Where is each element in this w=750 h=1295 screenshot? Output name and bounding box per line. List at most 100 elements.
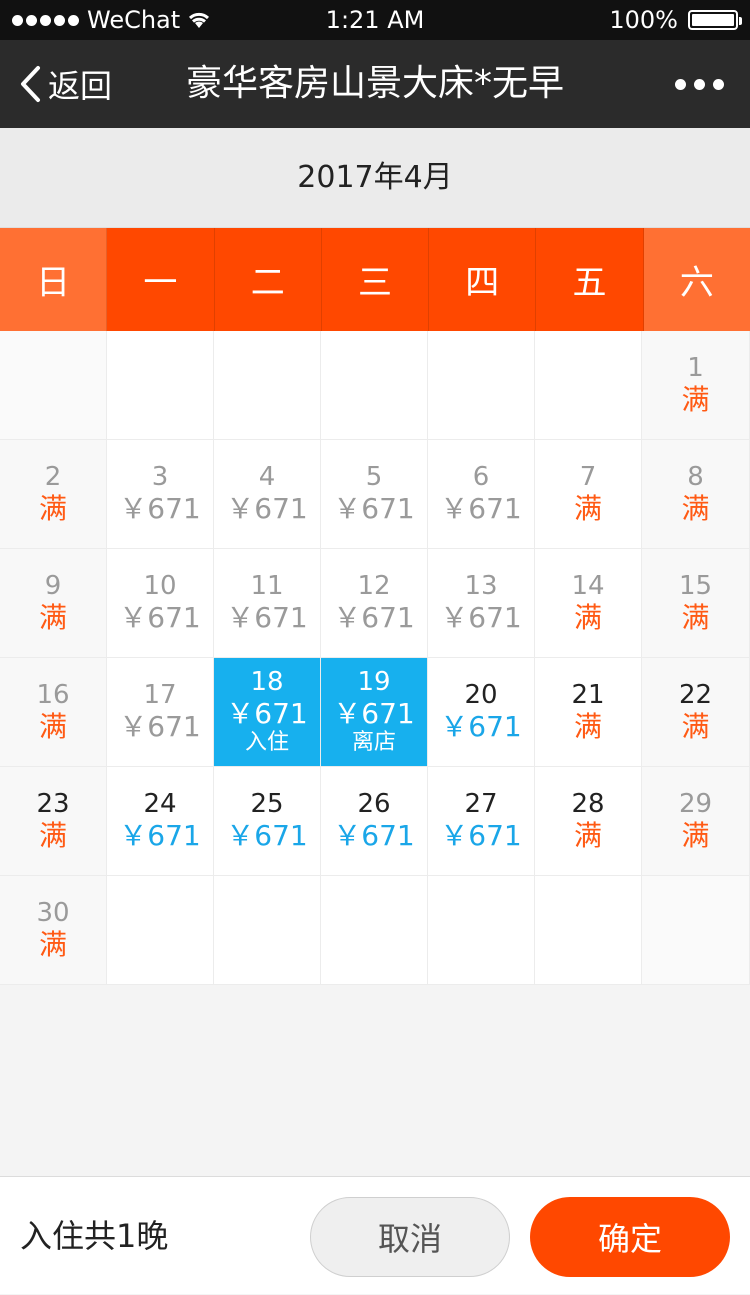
price-label: ￥671 [119, 600, 201, 634]
day-number: 6 [472, 461, 490, 492]
day-number: 5 [365, 461, 383, 492]
back-label: 返回 [48, 67, 113, 105]
weekday-tue: 二 [214, 228, 322, 331]
weekday-sun: 日 [0, 228, 108, 331]
calendar-day-cell: 15 满 [642, 549, 750, 658]
battery-icon [688, 10, 742, 30]
full-label: 满 [38, 709, 67, 743]
status-right: 100% [609, 6, 742, 34]
price-label: ￥671 [333, 600, 415, 634]
day-number: 15 [678, 570, 713, 601]
price-label: ￥671 [119, 491, 201, 525]
price-label: ￥671 [119, 709, 201, 743]
day-number: 30 [36, 897, 70, 928]
calendar-day-cell: 8满 [642, 440, 750, 549]
full-label: 满 [681, 491, 710, 525]
calendar-day-cell: 1满 [642, 331, 750, 440]
calendar-day-cell[interactable]: 25 ￥671 [214, 767, 321, 876]
full-label: 满 [38, 818, 67, 852]
back-button[interactable]: 返回 [18, 40, 112, 128]
calendar-empty-cell [535, 331, 642, 440]
calendar-day-cell: 7满 [535, 440, 642, 549]
month-label: 2017年4月 [0, 128, 750, 228]
calendar-day-cell[interactable]: 26 ￥671 [321, 767, 428, 876]
calendar-empty-cell [321, 876, 428, 985]
page-title: 豪华客房山景大床*无早 [185, 63, 564, 104]
calendar-day-cell: 10 ￥671 [107, 549, 214, 658]
weekday-thu: 四 [429, 228, 537, 331]
full-label: 满 [38, 491, 67, 525]
calendar-day-cell: 13 ￥671 [428, 549, 535, 658]
weekday-sat: 六 [643, 228, 750, 331]
calendar-empty-cell [642, 876, 750, 985]
price-label: ￥671 [333, 491, 415, 525]
day-number: 28 [571, 788, 605, 819]
calendar-day-cell[interactable]: 19 ￥671 离店 [321, 658, 428, 767]
more-dots-icon[interactable] [675, 40, 724, 128]
day-number: 24 [143, 788, 177, 819]
full-label: 满 [681, 709, 710, 743]
calendar-day-cell: 21 满 [535, 658, 642, 767]
confirm-button[interactable]: 确定 [530, 1197, 730, 1277]
calendar-day-cell: 14 满 [535, 549, 642, 658]
day-number: 19 [357, 667, 391, 698]
calendar-empty-cell [214, 876, 321, 985]
price-label: ￥671 [333, 697, 415, 731]
chevron-left-icon [21, 66, 40, 102]
weekday-fri: 五 [536, 228, 644, 331]
day-number: 16 [36, 679, 70, 710]
day-number: 20 [464, 679, 498, 710]
day-number: 2 [44, 461, 62, 492]
full-label: 满 [681, 600, 710, 634]
calendar-day-cell[interactable]: 27 ￥671 [428, 767, 535, 876]
price-label: ￥671 [226, 491, 308, 525]
full-label: 满 [573, 600, 602, 634]
calendar-day-cell: 16 满 [0, 658, 107, 767]
full-label: 满 [38, 927, 67, 961]
calendar-empty-cell [321, 331, 428, 440]
day-number: 4 [258, 461, 276, 492]
day-number: 3 [151, 461, 169, 492]
day-number: 25 [250, 788, 284, 819]
calendar-empty-cell [0, 331, 107, 440]
day-number: 9 [44, 570, 62, 601]
day-number: 29 [678, 788, 713, 819]
calendar-day-cell: 4 ￥671 [214, 440, 321, 549]
price-label: ￥671 [333, 818, 415, 852]
day-number: 17 [143, 679, 177, 710]
weekday-header: 日 一 二 三 四 五 六 [0, 228, 750, 331]
calendar-day-cell: 28 满 [535, 767, 642, 876]
date-role-tag: 离店 [351, 730, 396, 756]
price-label: ￥671 [440, 491, 522, 525]
day-number: 12 [357, 570, 391, 601]
calendar-day-cell: 2满 [0, 440, 107, 549]
status-bar: WeChat 1:21 AM 100% [0, 0, 750, 40]
calendar-day-cell: 30 满 [0, 876, 107, 985]
cancel-button[interactable]: 取消 [310, 1197, 510, 1277]
calendar-day-cell: 5 ￥671 [321, 440, 428, 549]
date-role-tag: 入住 [244, 730, 289, 756]
full-label: 满 [681, 818, 710, 852]
day-number: 10 [143, 570, 177, 601]
calendar-day-cell[interactable]: 18 ￥671 入住 [214, 658, 321, 767]
full-label: 满 [573, 491, 602, 525]
calendar-empty-cell [107, 876, 214, 985]
day-number: 13 [464, 570, 498, 601]
calendar-grid: 1 满 2 满 3 ￥671 4 ￥671 5 ￥671 6 ￥671 7 满 8 满 9 满 10 ￥671 11 ￥6… [0, 331, 750, 985]
full-label: 满 [681, 382, 710, 416]
price-label: ￥671 [440, 600, 522, 634]
battery-percent: 100% [609, 6, 678, 34]
full-label: 满 [38, 600, 67, 634]
day-number: 11 [250, 570, 284, 601]
calendar-day-cell: 12 ￥671 [321, 549, 428, 658]
day-number: 18 [250, 667, 284, 698]
calendar-day-cell[interactable]: 24 ￥671 [107, 767, 214, 876]
calendar-day-cell[interactable]: 20 ￥671 [428, 658, 535, 767]
price-label: ￥671 [440, 709, 522, 743]
weekday-wed: 三 [321, 228, 430, 331]
footer-bar: 入住共1晚 取消 确定 [0, 1176, 750, 1294]
calendar-empty-cell [428, 331, 535, 440]
calendar-day-cell: 6 ￥671 [428, 440, 535, 549]
calendar-day-cell: 23 满 [0, 767, 107, 876]
calendar-day-cell: 9满 [0, 549, 107, 658]
